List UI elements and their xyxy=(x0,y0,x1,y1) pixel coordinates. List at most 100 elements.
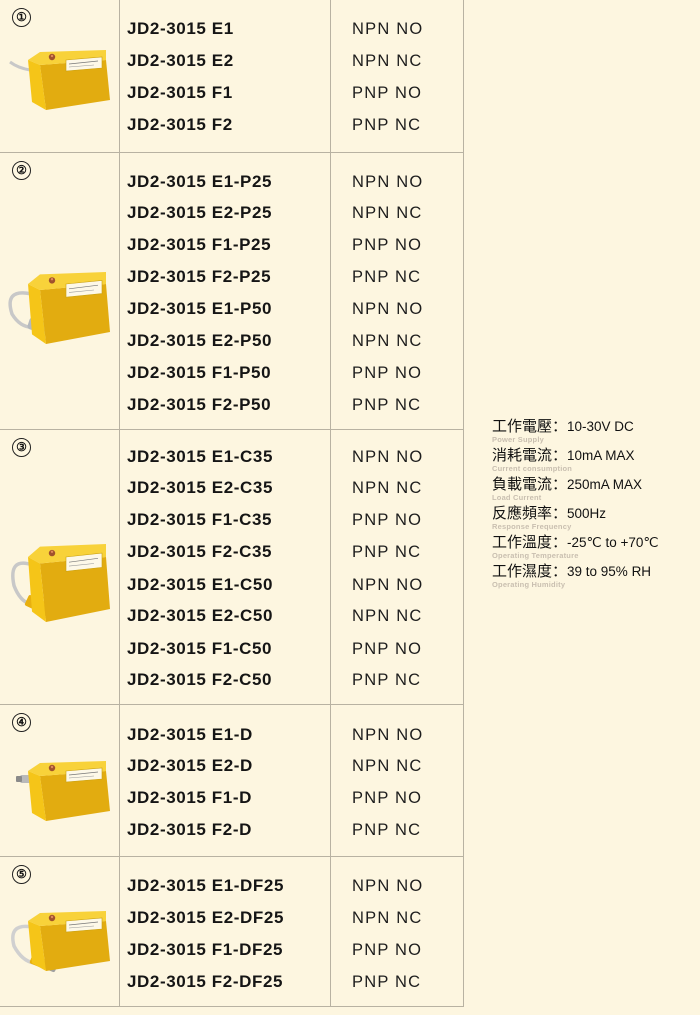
spec-current-consumption: 消耗電流：10mA MAX Current consumption xyxy=(492,447,697,476)
sensor-body xyxy=(28,544,110,622)
model-column: JD2-3015 E1-C35 JD2-3015 E2-C35 JD2-3015 F… xyxy=(120,430,331,704)
model-number: JD2-3015 F1-DF25 xyxy=(127,940,284,959)
output-type: NPN NO xyxy=(352,173,424,191)
model-number: JD2-3015 E2 xyxy=(127,51,234,70)
model-number: JD2-3015 E1-D xyxy=(127,725,253,744)
spec-label: 工作濕度： xyxy=(492,563,568,580)
group-number: ④ xyxy=(12,713,31,732)
output-type: PNP NC xyxy=(352,268,422,286)
output-type: NPN NC xyxy=(352,757,423,775)
output-type: PNP NO xyxy=(352,640,423,658)
spec-operating-temperature: 工作溫度：-25℃ to +70℃ Operating Temperature xyxy=(492,534,697,563)
model-group: ⑤ JD2-3015 E1-DF25 JD2-3015 E2-DF25 JD2-30… xyxy=(0,857,464,1007)
output-type: NPN NO xyxy=(352,20,424,38)
model-group: ④ JD2-3015 E1-D JD2-3015 E2-D JD2-3015 F1-… xyxy=(0,705,464,857)
model-group: ② JD2-3015 E1-P25 JD2-3015 E2-P25 JD2-3015… xyxy=(0,153,464,430)
model-number: JD2-3015 E2-DF25 xyxy=(127,908,285,927)
model-column: JD2-3015 E1-D JD2-3015 E2-D JD2-3015 F1-D J… xyxy=(120,705,331,856)
sensor-body xyxy=(28,50,110,110)
output-type: NPN NC xyxy=(352,332,423,350)
output-type: NPN NC xyxy=(352,909,423,927)
spec-value: 39 to 95% RH xyxy=(567,564,652,579)
model-number: JD2-3015 F2-C50 xyxy=(127,670,273,689)
spec-english-label: Response Frequency xyxy=(492,522,572,531)
group-number: ② xyxy=(12,161,31,180)
model-number: JD2-3015 E1-P25 xyxy=(127,172,273,191)
product-image-cell: ① xyxy=(0,0,120,152)
model-number: JD2-3015 F1 xyxy=(127,83,233,102)
model-number: JD2-3015 F1-P25 xyxy=(127,235,272,254)
output-type: PNP NO xyxy=(352,511,423,529)
model-number: JD2-3015 E1-DF25 xyxy=(127,876,285,895)
sensor-with-d-connector-image xyxy=(6,741,118,846)
output-type: NPN NO xyxy=(352,576,424,594)
model-column: JD2-3015 E1 JD2-3015 E2 JD2-3015 F1 JD2-301… xyxy=(120,0,331,152)
output-type: PNP NO xyxy=(352,236,423,254)
product-image-cell: ⑤ xyxy=(0,857,120,1006)
model-number: JD2-3015 E1-C35 xyxy=(127,447,274,466)
output-type: NPN NC xyxy=(352,607,423,625)
output-type: NPN NO xyxy=(352,300,424,318)
model-number: JD2-3015 E2-P50 xyxy=(127,331,273,350)
model-number: JD2-3015 F2-DF25 xyxy=(127,972,284,991)
output-type: NPN NO xyxy=(352,726,424,744)
spec-label: 工作電壓： xyxy=(492,418,568,435)
product-image-cell: ④ xyxy=(0,705,120,856)
model-number: JD2-3015 F1-D xyxy=(127,788,252,807)
output-type: NPN NO xyxy=(352,877,424,895)
model-number: JD2-3015 F1-C50 xyxy=(127,639,273,658)
spec-english-label: Power Supply xyxy=(492,435,544,444)
model-number: JD2-3015 F1-C35 xyxy=(127,510,273,529)
model-number: JD2-3015 E2-D xyxy=(127,756,253,775)
output-type: NPN NC xyxy=(352,52,423,70)
output-type: PNP NC xyxy=(352,543,422,561)
output-type-column: NPN NO NPN NC PNP NO PNP NC xyxy=(331,705,464,856)
output-type-column: NPN NO NPN NC PNP NO PNP NC xyxy=(331,857,464,1006)
model-column: JD2-3015 E1-P25 JD2-3015 E2-P25 JD2-3015 F… xyxy=(120,153,331,429)
spec-english-label: Operating Humidity xyxy=(492,580,566,589)
sensor-body xyxy=(28,911,110,971)
spec-label: 工作溫度： xyxy=(492,534,568,551)
output-type-column: NPN NO NPN NC PNP NO PNP NC xyxy=(331,0,464,152)
model-column: JD2-3015 E1-DF25 JD2-3015 E2-DF25 JD2-3015… xyxy=(120,857,331,1006)
spec-value: 500Hz xyxy=(567,506,607,521)
output-type: PNP NC xyxy=(352,396,422,414)
model-number: JD2-3015 E1 xyxy=(127,19,234,38)
product-image-cell: ② xyxy=(0,153,120,429)
spec-response-frequency: 反應頻率：500Hz Response Frequency xyxy=(492,505,697,534)
output-type: PNP NC xyxy=(352,973,422,991)
model-number: JD2-3015 E2-C50 xyxy=(127,606,274,625)
model-group: ① JD2-3015 E1 JD2-3015 E2 JD2-3015 F1 JD2-3… xyxy=(0,0,464,153)
sensor-with-lead-image xyxy=(6,30,116,135)
product-image-cell: ③ xyxy=(0,430,120,704)
model-number: JD2-3015 F2 xyxy=(127,115,233,134)
output-type: NPN NC xyxy=(352,204,423,222)
model-number: JD2-3015 F2-D xyxy=(127,820,252,839)
model-number: JD2-3015 E1-C50 xyxy=(127,575,274,594)
output-type: PNP NO xyxy=(352,84,423,102)
spec-english-label: Load Current xyxy=(492,493,542,502)
output-type: PNP NO xyxy=(352,941,423,959)
group-number: ③ xyxy=(12,438,31,457)
output-type: NPN NC xyxy=(352,479,423,497)
spec-label: 消耗電流： xyxy=(492,447,568,464)
spec-value: 10-30V DC xyxy=(567,419,634,434)
output-type: PNP NO xyxy=(352,789,423,807)
spec-operating-humidity: 工作濕度：39 to 95% RH Operating Humidity xyxy=(492,563,697,592)
output-type-column: NPN NO NPN NC PNP NO PNP NC NPN NO NPN NC PNP … xyxy=(331,153,464,429)
model-number: JD2-3015 F2-C35 xyxy=(127,542,273,561)
output-type-column: NPN NO NPN NC PNP NO PNP NC NPN NO NPN NC PNP … xyxy=(331,430,464,704)
output-type: PNP NC xyxy=(352,116,422,134)
model-number: JD2-3015 F1-P50 xyxy=(127,363,272,382)
sensor-with-c-connector-image xyxy=(6,518,118,653)
output-type: PNP NC xyxy=(352,671,422,689)
output-type: NPN NO xyxy=(352,448,424,466)
model-group: ③ JD2-3015 E1-C35 JD2-3015 E2-C35 JD2-3015… xyxy=(0,430,464,705)
sensor-body xyxy=(28,272,110,344)
spec-label: 反應頻率： xyxy=(492,505,568,522)
sensor-body xyxy=(28,761,110,821)
spec-power-supply: 工作電壓：10-30V DC Power Supply xyxy=(492,418,697,447)
specifications-panel: 工作電壓：10-30V DC Power Supply 消耗電流：10mA MA… xyxy=(492,418,697,592)
group-number: ① xyxy=(12,8,31,27)
model-number: JD2-3015 F2-P25 xyxy=(127,267,272,286)
